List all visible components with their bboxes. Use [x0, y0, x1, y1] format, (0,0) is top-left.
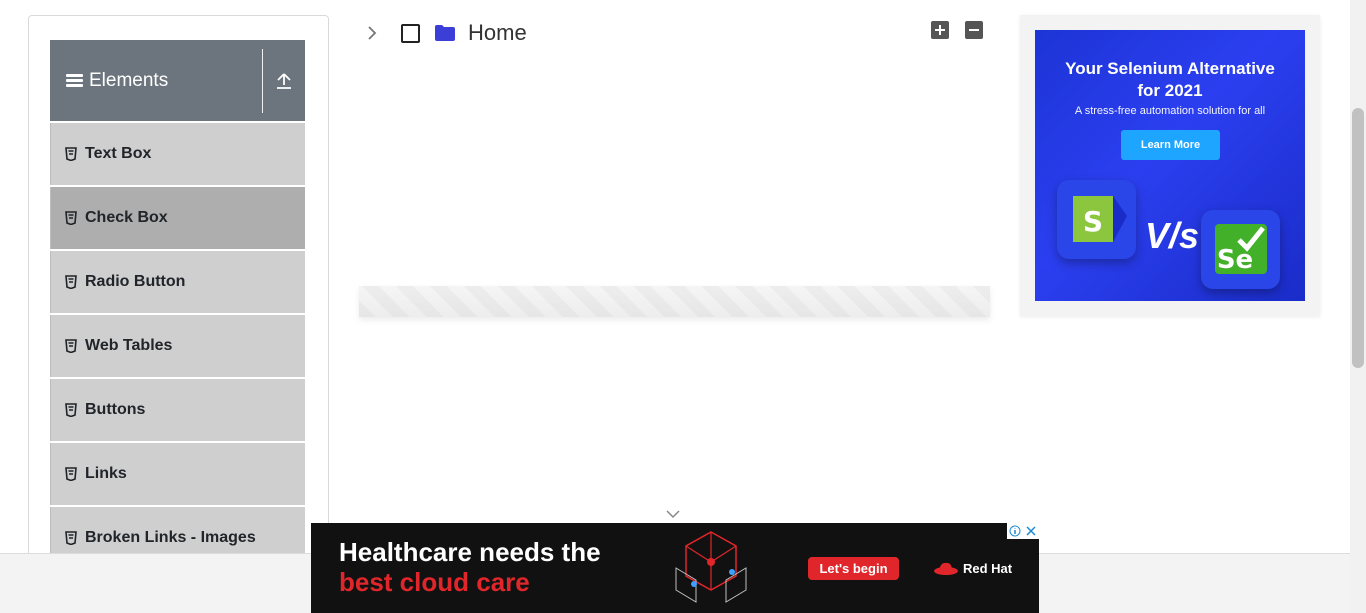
pattern-strip — [359, 286, 990, 317]
sidebar-item-label: Check Box — [85, 209, 168, 226]
checkbox-tree: Home — [366, 20, 527, 46]
sidebar-item-buttons[interactable]: Buttons — [50, 379, 305, 441]
ad-headline: Your Selenium Alternative for 2021 — [1035, 58, 1305, 102]
sidebar-item-label: Links — [85, 465, 127, 482]
selenium-logo: Se — [1201, 210, 1280, 289]
scrollbar-thumb[interactable] — [1352, 108, 1364, 368]
svg-text:Se: Se — [1217, 245, 1253, 275]
ad-headline-line1: Healthcare needs the — [339, 537, 601, 567]
plus-square-icon — [935, 25, 945, 35]
tree-node-label[interactable]: Home — [468, 20, 527, 46]
ad-headline-line1: Your Selenium Alternative — [1065, 59, 1275, 78]
svg-text:S: S — [1083, 205, 1103, 238]
header-divider — [262, 48, 263, 113]
sidebar-item-links[interactable]: Links — [50, 443, 305, 505]
sidebar-item-label: Web Tables — [85, 337, 173, 354]
sidebar-item-check-box[interactable]: Check Box — [50, 187, 305, 249]
html5-icon — [65, 211, 77, 225]
html5-icon — [65, 275, 77, 289]
ad-headline-line2: best cloud care — [339, 567, 530, 597]
sidebar-item-label: Buttons — [85, 401, 146, 418]
adchoices[interactable] — [1007, 523, 1039, 539]
menu-list: Text Box Check Box Radio Button Web Tabl… — [50, 121, 305, 569]
home-checkbox[interactable] — [401, 23, 420, 43]
page: Elements Text Box Check Box Radio Button — [0, 0, 1366, 613]
katalon-logo: S — [1057, 180, 1136, 259]
sidebar-item-text-box[interactable]: Text Box — [50, 123, 305, 185]
sidebar-item-label: Broken Links - Images — [85, 529, 256, 546]
html5-icon — [65, 339, 77, 353]
selenium-alternative-ad[interactable]: Your Selenium Alternative for 2021 A str… — [1035, 30, 1305, 301]
sidebar-item-web-tables[interactable]: Web Tables — [50, 315, 305, 377]
sidebar-item-radio-button[interactable]: Radio Button — [50, 251, 305, 313]
minus-square-icon — [969, 29, 979, 31]
collapse-all-button[interactable] — [965, 21, 983, 39]
html5-icon — [65, 467, 77, 481]
hamburger-icon — [66, 74, 83, 87]
expand-all-button[interactable] — [931, 21, 949, 39]
lets-begin-button[interactable]: Let's begin — [808, 557, 899, 580]
redhat-brand-label: Red Hat — [963, 560, 1013, 576]
group-title[interactable]: Elements — [50, 40, 262, 121]
ad-subtitle: A stress-free automation solution for al… — [1074, 105, 1266, 117]
page-scrollbar[interactable] — [1350, 0, 1366, 613]
ad-headline-line2: for 2021 — [1137, 81, 1203, 100]
redhat-ad[interactable]: Healthcare needs the best cloud care Let… — [311, 523, 1039, 613]
info-icon[interactable] — [1007, 523, 1023, 539]
elements-group-header[interactable]: Elements — [50, 40, 305, 121]
folder-icon — [435, 25, 455, 41]
learn-more-button[interactable]: Learn More — [1121, 130, 1220, 160]
html5-icon — [65, 403, 77, 417]
cube-graphic — [675, 531, 747, 603]
chevron-down-icon[interactable] — [666, 509, 680, 519]
group-title-label: Elements — [89, 69, 169, 91]
chevron-right-icon[interactable] — [366, 25, 378, 41]
sidebar-item-label: Text Box — [85, 145, 152, 162]
left-panel: Elements Text Box Check Box Radio Button — [28, 15, 329, 575]
redhat-brand: Red Hat — [933, 560, 1012, 576]
close-icon[interactable] — [1023, 523, 1039, 539]
upload-icon[interactable] — [263, 40, 305, 121]
redhat-logo-icon — [934, 562, 958, 575]
html5-icon — [65, 531, 77, 545]
versus-text: V/s — [1145, 215, 1200, 256]
html5-icon — [65, 147, 77, 161]
sidebar-item-label: Radio Button — [85, 273, 186, 290]
